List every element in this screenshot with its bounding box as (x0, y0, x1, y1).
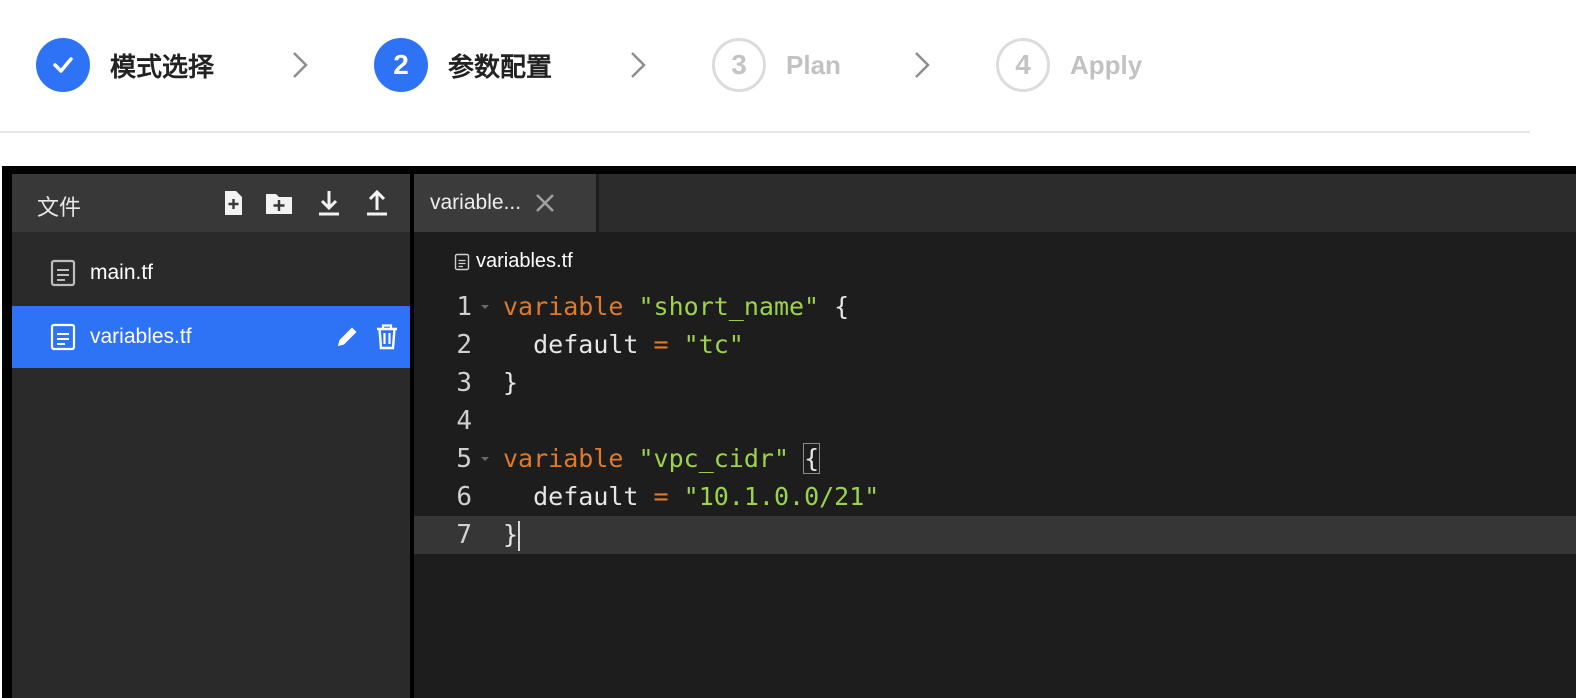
tab-separator (596, 174, 599, 232)
tab-variables-tf[interactable]: variable... (414, 174, 596, 232)
chevron-right-icon (915, 52, 930, 78)
file-actions (334, 322, 400, 350)
file-icon (454, 253, 470, 270)
step-apply[interactable]: 4 Apply (996, 37, 1142, 93)
file-explorer-header: 文件 (12, 174, 410, 232)
download-icon[interactable] (314, 188, 344, 218)
operator-token: = (653, 482, 669, 511)
brace-token: } (503, 520, 519, 549)
fold-arrow-icon[interactable] (480, 302, 490, 312)
code-line: 2 default = "tc" (414, 326, 1576, 364)
edit-pencil-icon[interactable] (334, 322, 360, 350)
code-line: 4 (414, 402, 1576, 440)
step-label: 参数配置 (448, 51, 553, 82)
chevron-right-icon (293, 52, 308, 78)
file-name: variables.tf (90, 325, 192, 348)
code-line: 5 variable "vpc_cidr" { (414, 440, 1576, 478)
matched-brace-token: { (803, 443, 821, 474)
new-file-icon[interactable] (218, 188, 248, 218)
line-number: 7 (456, 520, 472, 550)
step-parameter-config[interactable]: 2 参数配置 (374, 37, 552, 93)
gutter: 4 (414, 402, 500, 440)
string-token: "10.1.0.0/21" (683, 482, 880, 511)
gutter: 1 (414, 288, 500, 326)
step-label: Apply (1070, 49, 1143, 80)
code-text: variable "vpc_cidr" { (503, 440, 821, 478)
key-token: default (533, 482, 639, 511)
gutter: 5 (414, 440, 500, 478)
step-label: Plan (786, 49, 841, 80)
line-number: 3 (456, 368, 472, 398)
code-text: } (503, 364, 518, 402)
line-number: 2 (456, 330, 472, 360)
keyword-token: variable (503, 292, 624, 321)
step-mode-select[interactable]: 模式选择 (36, 37, 214, 93)
brace-token: } (503, 368, 519, 397)
file-explorer: 文件 main.tf variables.tf (12, 174, 410, 698)
gutter: 3 (414, 364, 500, 402)
stepper: 模式选择 2 参数配置 3 Plan 4 Apply (0, 0, 1576, 132)
operator-token: = (653, 330, 669, 359)
code-text: default = "10.1.0.0/21" (503, 478, 879, 516)
code-line: 6 default = "10.1.0.0/21" (414, 478, 1576, 516)
tab-label: variable... (430, 191, 522, 214)
fold-arrow-icon[interactable] (480, 454, 490, 464)
line-number: 6 (456, 482, 472, 512)
step-label: 模式选择 (110, 51, 215, 82)
code-text: } (503, 516, 521, 554)
editor-area: variable... variables.tf 1 variable "sho… (414, 174, 1576, 698)
string-token: "vpc_cidr" (638, 444, 789, 473)
breadcrumb-filename: variables.tf (476, 250, 573, 272)
file-explorer-title: 文件 (37, 196, 82, 221)
gutter: 2 (414, 326, 500, 364)
code-editor-panel: 文件 main.tf variables.tf variable... vari… (2, 166, 1576, 698)
divider (0, 131, 1530, 133)
code-line-current: 7 } (414, 516, 1576, 554)
code-lines[interactable]: 1 variable "short_name" { 2 default = "t… (414, 288, 1576, 554)
brace-token: { (834, 292, 850, 321)
string-token: "tc" (683, 330, 744, 359)
code-text: variable "short_name" { (503, 288, 849, 326)
line-number: 1 (456, 292, 472, 322)
file-name: main.tf (90, 261, 154, 284)
new-folder-icon[interactable] (264, 188, 294, 218)
file-item-variables-tf[interactable]: variables.tf (12, 306, 410, 368)
keyword-token: variable (503, 444, 624, 473)
file-icon (50, 259, 76, 287)
key-token: default (533, 330, 639, 359)
line-number: 5 (456, 444, 472, 474)
breadcrumb: variables.tf (454, 250, 573, 273)
upload-icon[interactable] (362, 188, 392, 218)
line-number: 4 (456, 406, 472, 436)
file-icon (50, 323, 76, 351)
code-line: 3 } (414, 364, 1576, 402)
string-token: "short_name" (638, 292, 820, 321)
step-number: 4 (996, 38, 1050, 92)
close-icon[interactable] (533, 191, 557, 215)
gutter: 6 (414, 478, 500, 516)
chevron-right-icon (631, 52, 646, 78)
text-cursor (518, 521, 521, 551)
step-number: 3 (712, 38, 766, 92)
step-done-check-icon (36, 38, 90, 92)
step-number: 2 (374, 38, 428, 92)
step-plan[interactable]: 3 Plan (712, 37, 841, 93)
code-line: 1 variable "short_name" { (414, 288, 1576, 326)
trash-icon[interactable] (374, 322, 400, 350)
code-text: default = "tc" (503, 326, 744, 364)
tab-bar: variable... (414, 174, 1576, 232)
gutter: 7 (414, 516, 500, 554)
file-item-main-tf[interactable]: main.tf (12, 242, 410, 304)
